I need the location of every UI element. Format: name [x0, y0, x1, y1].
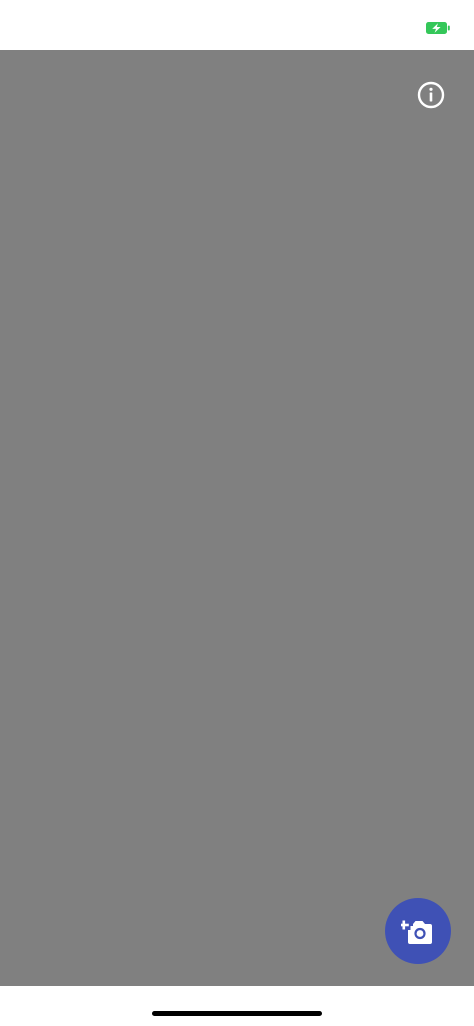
add-photo-camera-icon: [401, 920, 432, 944]
camera-screen: [0, 0, 474, 1026]
battery-charging-icon: [426, 22, 450, 34]
status-bar: [0, 0, 474, 50]
camera-preview[interactable]: [0, 50, 474, 986]
info-icon[interactable]: [416, 80, 446, 110]
add-photo-button[interactable]: [385, 898, 451, 964]
home-indicator-area: [0, 986, 474, 1026]
home-indicator[interactable]: [152, 1011, 322, 1016]
